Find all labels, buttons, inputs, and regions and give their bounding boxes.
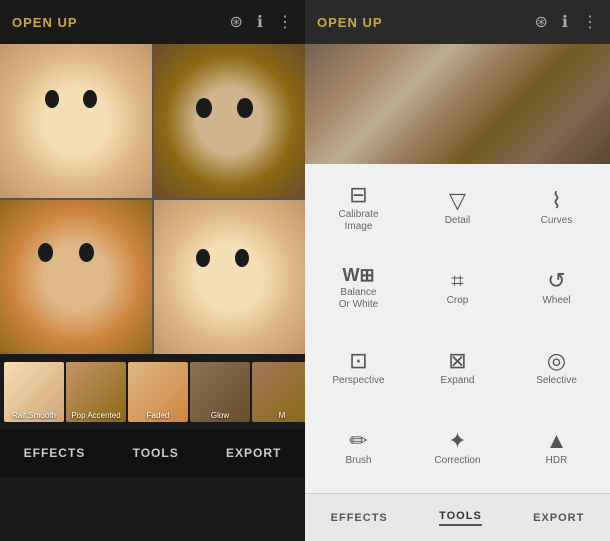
info-icon-right[interactable]: ℹ bbox=[562, 12, 568, 32]
left-header-icons: ⊛ ℹ ⋮ bbox=[230, 12, 293, 32]
info-icon[interactable]: ℹ bbox=[257, 12, 263, 32]
right-app-title: OPEN UP bbox=[317, 15, 383, 30]
selective-icon: ◎ bbox=[547, 350, 566, 372]
tool-hdr[interactable]: ▲ HDR bbox=[507, 409, 606, 489]
eye bbox=[196, 249, 210, 267]
layers-icon-right[interactable]: ⊛ bbox=[535, 12, 548, 32]
tool-curves[interactable]: ⌇ Curves bbox=[507, 168, 606, 248]
left-header: OPEN UP ⊛ ℹ ⋮ bbox=[0, 0, 305, 44]
hdr-icon: ▲ bbox=[546, 430, 568, 452]
eye bbox=[235, 249, 249, 267]
eye bbox=[196, 98, 212, 118]
tool-correction[interactable]: ✦ Correction bbox=[408, 409, 507, 489]
right-bottom-bar: EFFECTS TOOLS EXPORT bbox=[305, 493, 610, 541]
tool-detail-label: Detail bbox=[445, 215, 471, 227]
funko-face-2 bbox=[154, 44, 306, 198]
tool-detail[interactable]: ▽ Detail bbox=[408, 168, 507, 248]
tool-calibrate-label: CalibrateImage bbox=[338, 209, 378, 233]
left-bottom-bar: Effects TOOLS EXPORT bbox=[0, 429, 305, 477]
tool-selective[interactable]: ◎ Selective bbox=[507, 329, 606, 409]
tools-button[interactable]: TOOLS bbox=[133, 446, 179, 460]
thumbnail-strip: Rait Smooth Pop Accented Faded Glow M bbox=[0, 354, 305, 429]
eye bbox=[237, 98, 253, 118]
detail-icon: ▽ bbox=[449, 190, 466, 212]
thumbnail-item[interactable]: Pop Accented bbox=[66, 362, 126, 422]
funko-face-3 bbox=[0, 200, 152, 354]
tool-wheel[interactable]: ↺ Wheel bbox=[507, 248, 606, 328]
balance-icon: W⊞ bbox=[342, 266, 374, 284]
brush-icon: ✏ bbox=[349, 430, 367, 452]
tool-balance-label: BalanceOr White bbox=[339, 287, 378, 311]
thumb-label: Pop Accented bbox=[68, 411, 124, 420]
correction-icon: ✦ bbox=[448, 430, 466, 452]
thumb-label: Rait Smooth bbox=[6, 411, 62, 420]
tool-crop-label: Crop bbox=[447, 295, 469, 307]
right-effects-button[interactable]: EFFECTS bbox=[331, 512, 388, 524]
funko-face-4 bbox=[154, 200, 306, 354]
left-app-title: OPEN UP bbox=[12, 15, 78, 30]
thumb-label: M bbox=[254, 411, 305, 420]
tool-calibrate[interactable]: ⊟ CalibrateImage bbox=[309, 168, 408, 248]
tool-balance[interactable]: W⊞ BalanceOr White bbox=[309, 248, 408, 328]
tool-brush-label: Brush bbox=[345, 455, 371, 467]
tool-selective-label: Selective bbox=[536, 375, 577, 387]
thumbnail-item[interactable]: Faded bbox=[128, 362, 188, 422]
tool-correction-label: Correction bbox=[434, 455, 480, 467]
crop-icon: ⌗ bbox=[451, 270, 463, 292]
funko-grid bbox=[0, 44, 305, 354]
tool-expand-label: Expand bbox=[441, 375, 475, 387]
right-image-preview bbox=[305, 44, 610, 164]
tool-wheel-label: Wheel bbox=[542, 295, 570, 307]
right-tools-button[interactable]: TOOLS bbox=[439, 510, 482, 526]
tool-expand[interactable]: ⊠ Expand bbox=[408, 329, 507, 409]
effects-button[interactable]: Effects bbox=[24, 446, 86, 460]
more-icon[interactable]: ⋮ bbox=[277, 12, 293, 32]
layers-icon[interactable]: ⊛ bbox=[230, 12, 243, 32]
wheel-icon: ↺ bbox=[547, 270, 565, 292]
main-image bbox=[0, 44, 305, 354]
eye bbox=[83, 90, 97, 108]
thumb-label: Faded bbox=[130, 411, 186, 420]
tool-perspective[interactable]: ⊡ Perspective bbox=[309, 329, 408, 409]
tool-curves-label: Curves bbox=[541, 215, 573, 227]
right-panel: OPEN UP ⊛ ℹ ⋮ ⊟ CalibrateImage ▽ Detail … bbox=[305, 0, 610, 541]
thumb-label: Glow bbox=[192, 411, 248, 420]
thumbnail-item[interactable]: Rait Smooth bbox=[4, 362, 64, 422]
curves-icon: ⌇ bbox=[551, 190, 562, 212]
eye bbox=[79, 243, 94, 262]
tool-perspective-label: Perspective bbox=[332, 375, 384, 387]
export-button[interactable]: EXPORT bbox=[226, 446, 281, 460]
eye bbox=[38, 243, 53, 262]
calibrate-icon: ⊟ bbox=[349, 184, 367, 206]
tool-crop[interactable]: ⌗ Crop bbox=[408, 248, 507, 328]
tools-grid: ⊟ CalibrateImage ▽ Detail ⌇ Curves W⊞ Ba… bbox=[305, 164, 610, 493]
tool-brush[interactable]: ✏ Brush bbox=[309, 409, 408, 489]
funko-face-1 bbox=[0, 44, 152, 198]
right-header: OPEN UP ⊛ ℹ ⋮ bbox=[305, 0, 610, 44]
perspective-icon: ⊡ bbox=[349, 350, 367, 372]
left-panel: OPEN UP ⊛ ℹ ⋮ bbox=[0, 0, 305, 541]
tool-hdr-label: HDR bbox=[546, 455, 568, 467]
right-header-icons: ⊛ ℹ ⋮ bbox=[535, 12, 598, 32]
expand-icon: ⊠ bbox=[448, 350, 466, 372]
preview-image bbox=[305, 44, 610, 164]
right-export-button[interactable]: EXPORT bbox=[533, 512, 584, 524]
eye bbox=[45, 90, 59, 108]
more-icon-right[interactable]: ⋮ bbox=[582, 12, 598, 32]
thumbnail-item[interactable]: Glow bbox=[190, 362, 250, 422]
thumbnail-item[interactable]: M bbox=[252, 362, 305, 422]
